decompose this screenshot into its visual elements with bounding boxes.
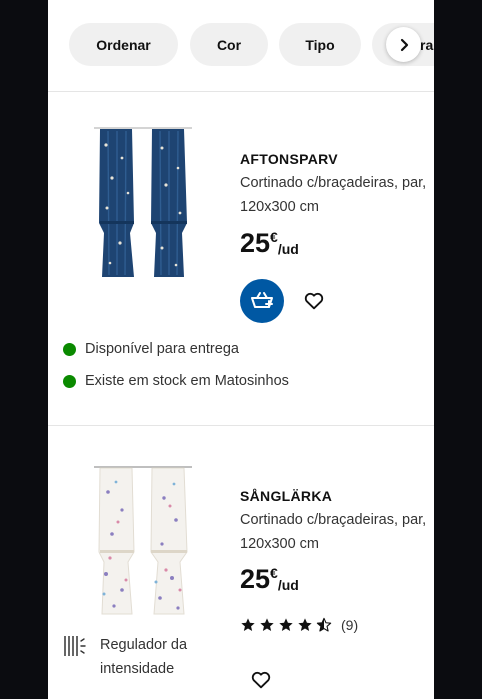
delivery-availability: Disponível para entrega	[63, 341, 239, 357]
star-icon	[260, 618, 274, 631]
product-image[interactable]	[92, 123, 194, 285]
product-list-page: Ordenar Cor Tipo ra AFTONSPARV Cortinado…	[48, 0, 434, 699]
in-stock-dot-icon	[63, 342, 76, 356]
filter-bar: Ordenar Cor Tipo ra	[48, 0, 434, 92]
add-to-cart-button[interactable]	[240, 279, 284, 323]
price-currency: €	[270, 229, 278, 245]
cart-add-icon	[251, 292, 273, 308]
price-value: 25	[240, 228, 271, 258]
sort-filter-button[interactable]: Ordenar	[69, 23, 178, 66]
chevron-right-icon	[400, 38, 408, 51]
product-card[interactable]: SÅNGLÄRKA Cortinado c/braçadeiras, par, …	[48, 427, 434, 699]
product-description: Cortinado c/braçadeiras, par, 120x300 cm	[240, 512, 427, 552]
store-availability[interactable]: Existe em stock em Matosinhos	[63, 373, 289, 389]
heart-icon[interactable]	[303, 290, 325, 312]
star-icon	[279, 618, 293, 631]
dimmer-feature: Regulador da intensidade	[63, 635, 210, 681]
product-name[interactable]: AFTONSPARV	[240, 151, 338, 167]
product-card[interactable]: AFTONSPARV Cortinado c/braçadeiras, par,…	[48, 93, 434, 426]
product-rating[interactable]: (9)	[240, 617, 358, 633]
rating-count: (9)	[341, 617, 359, 633]
type-filter-label: Tipo	[305, 36, 335, 53]
color-filter-button[interactable]: Cor	[190, 23, 268, 66]
half-star-icon	[316, 617, 332, 632]
star-icon	[241, 618, 255, 631]
dimmer-icon	[64, 636, 86, 656]
color-filter-label: Cor	[216, 36, 242, 53]
type-filter-button[interactable]: Tipo	[279, 23, 361, 66]
product-name[interactable]: SÅNGLÄRKA	[240, 488, 332, 504]
delivery-availability-text: Disponível para entrega	[85, 341, 239, 357]
more-filter-label: ra	[420, 36, 434, 53]
price-unit: /ud	[277, 577, 299, 593]
price-unit: /ud	[277, 241, 299, 257]
in-stock-dot-icon	[63, 374, 76, 388]
product-price: 25 € /ud	[240, 228, 299, 258]
sort-filter-label: Ordenar	[96, 36, 151, 53]
star-icon	[298, 618, 312, 631]
product-price: 25 € /ud	[240, 564, 299, 594]
dimmer-feature-label: Regulador da intensidade	[100, 637, 188, 677]
price-value: 25	[240, 564, 271, 594]
store-availability-text: Existe em stock em Matosinhos	[85, 373, 289, 389]
product-image[interactable]	[92, 462, 194, 622]
scroll-filters-button[interactable]	[386, 27, 421, 62]
heart-icon[interactable]	[250, 669, 272, 691]
product-description: Cortinado c/braçadeiras, par, 120x300 cm	[240, 175, 427, 215]
rating-stars	[240, 617, 332, 633]
price-currency: €	[270, 565, 278, 581]
